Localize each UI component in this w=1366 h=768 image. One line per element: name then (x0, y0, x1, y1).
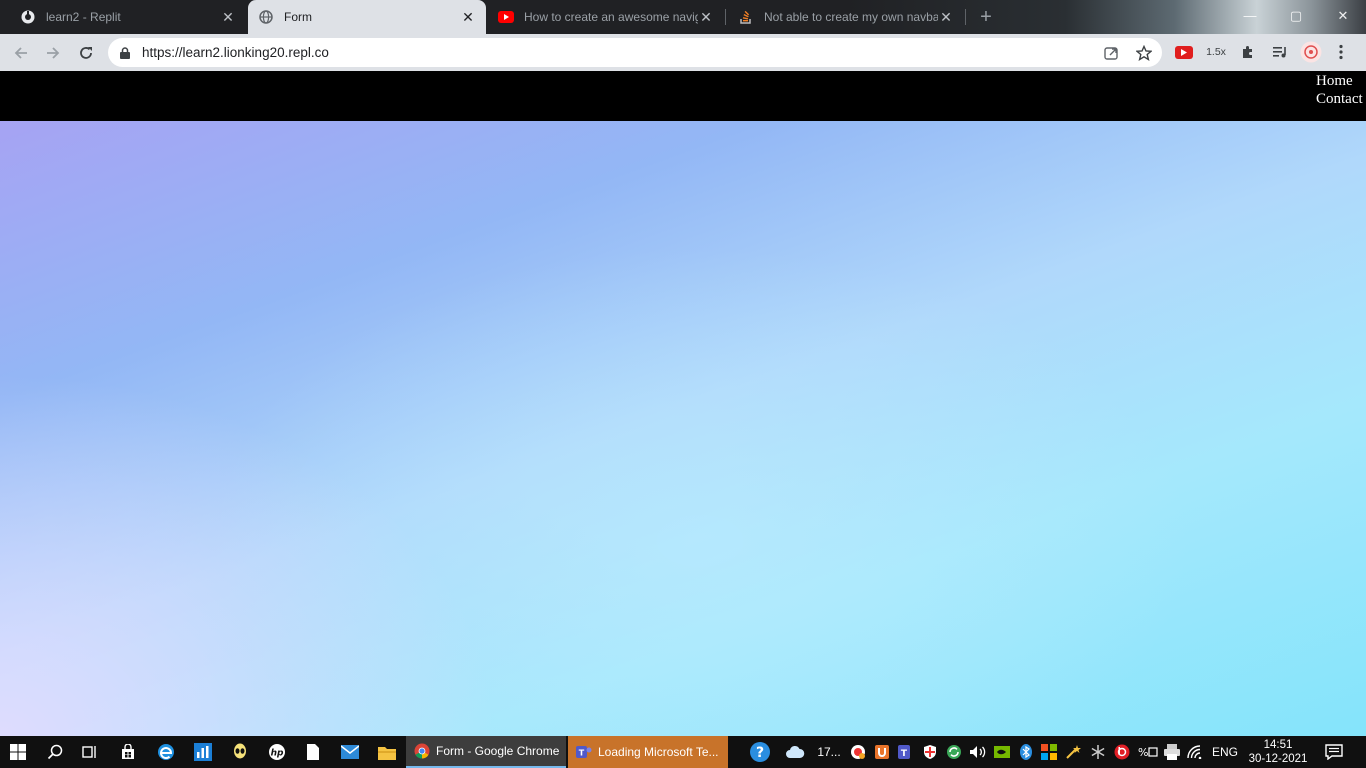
clock-time: 14:51 (1263, 739, 1293, 751)
ime-icon[interactable]: % (1137, 736, 1159, 768)
tab-title: Not able to create my own navba (764, 10, 938, 24)
tab-replit[interactable]: learn2 - Replit ✕ (10, 0, 246, 34)
tab-youtube[interactable]: How to create an awesome navig ✕ (488, 0, 724, 34)
tab-stackoverflow[interactable]: Not able to create my own navba ✕ (728, 0, 964, 34)
replit-icon (20, 9, 36, 25)
svg-text:%: % (1138, 746, 1148, 759)
lock-icon (120, 46, 130, 64)
tab-title: learn2 - Replit (46, 10, 121, 24)
snowflake-icon[interactable] (1089, 736, 1107, 768)
more-menu-icon[interactable] (1333, 42, 1349, 62)
taskbar-app-label: Loading Microsoft Te... (598, 745, 719, 759)
clock[interactable]: 14:51 30-12-2021 (1244, 736, 1312, 768)
stackoverflow-icon (738, 9, 754, 25)
minimize-icon[interactable]: — (1240, 6, 1260, 26)
browser-tab-strip: learn2 - Replit ✕ Form ✕ How to create a… (0, 0, 1366, 34)
wand-icon[interactable] (1064, 736, 1082, 768)
taskbar-app-teams[interactable]: T Loading Microsoft Te... (568, 736, 728, 768)
profile-avatar[interactable] (1300, 41, 1322, 63)
notification-icon[interactable] (1320, 736, 1348, 768)
weather-cloud-icon[interactable] (784, 736, 806, 768)
taskbar-app-label: Form - Google Chrome (436, 744, 560, 758)
nav-link-contact[interactable]: Contact (1316, 90, 1363, 108)
nav-list: Home Contact (1316, 72, 1363, 108)
close-icon[interactable]: ✕ (460, 9, 476, 25)
reload-icon (80, 47, 92, 59)
globe-icon (258, 9, 274, 25)
browser-toolbar: https://learn2.lionking20.repl.co 1.5x (0, 34, 1366, 71)
teams-tray-icon[interactable]: T (897, 736, 915, 768)
close-icon[interactable]: ✕ (938, 9, 954, 25)
url-text: https://learn2.lionking20.repl.co (142, 45, 329, 60)
task-view-icon[interactable] (75, 736, 105, 768)
bluetooth-icon[interactable] (1017, 736, 1035, 768)
youtube-ext-icon[interactable] (1175, 42, 1193, 62)
youtube-icon (498, 9, 514, 25)
security-icon[interactable] (921, 736, 939, 768)
background-glow (0, 371, 500, 736)
mail-icon[interactable] (335, 736, 365, 768)
forward-button[interactable] (41, 41, 65, 65)
folder-icon[interactable] (372, 736, 402, 768)
language-indicator[interactable]: ENG (1209, 736, 1241, 768)
search-icon[interactable] (40, 736, 70, 768)
new-tab-button[interactable]: + (976, 7, 996, 27)
playback-speed-button[interactable]: 1.5x (1203, 42, 1229, 62)
address-bar[interactable]: https://learn2.lionking20.repl.co (108, 38, 1162, 67)
puzzle-icon[interactable] (1238, 42, 1258, 62)
svg-text:?: ? (756, 745, 764, 761)
arrow-left-icon (14, 47, 27, 59)
close-icon[interactable]: ✕ (698, 9, 714, 25)
gradient-background (0, 121, 1366, 736)
nvidia-icon[interactable] (993, 736, 1011, 768)
chart-app-icon[interactable] (188, 736, 218, 768)
nav-link-home[interactable]: Home (1316, 72, 1363, 90)
tab-title: Form (284, 10, 312, 24)
shield-icon[interactable] (873, 736, 891, 768)
hp-icon[interactable]: hp (262, 736, 292, 768)
svg-text:T: T (901, 749, 908, 759)
beats-icon[interactable] (1113, 736, 1131, 768)
taskbar-app-chrome[interactable]: Form - Google Chrome (406, 736, 566, 768)
svg-text:T: T (579, 749, 585, 758)
share-icon[interactable] (1102, 44, 1120, 62)
wifi-icon[interactable] (1186, 736, 1206, 768)
clock-date: 30-12-2021 (1248, 753, 1308, 765)
web-page: Home Contact (0, 71, 1366, 736)
store-icon[interactable] (113, 736, 143, 768)
tray-app-icon[interactable] (849, 736, 867, 768)
windows-taskbar: hp Form - Google Chrome T Loading Micros… (0, 736, 1366, 768)
window-close-icon[interactable]: ✕ (1333, 6, 1353, 26)
start-button[interactable] (0, 736, 36, 768)
chrome-icon (414, 743, 430, 759)
windows-icon (10, 744, 26, 760)
maximize-icon[interactable]: ▢ (1286, 6, 1306, 26)
printer-icon[interactable] (1162, 736, 1182, 768)
tab-title: How to create an awesome navig (524, 10, 698, 24)
back-button[interactable] (9, 41, 33, 65)
edge-icon[interactable] (151, 736, 181, 768)
media-queue-icon[interactable] (1270, 42, 1290, 62)
reload-button[interactable] (74, 41, 98, 65)
arrow-right-icon (47, 47, 60, 59)
site-navbar: Home Contact (0, 71, 1366, 121)
weather-temp[interactable]: 17... (814, 736, 844, 768)
office-tray-icon[interactable] (1040, 736, 1058, 768)
teams-icon: T (576, 744, 592, 760)
sync-icon[interactable] (945, 736, 963, 768)
tab-separator (725, 9, 726, 25)
alien-app-icon[interactable] (225, 736, 255, 768)
star-icon[interactable] (1135, 44, 1153, 62)
tab-separator (965, 9, 966, 25)
tab-form[interactable]: Form ✕ (248, 0, 486, 34)
speaker-icon[interactable] (968, 736, 988, 768)
help-icon[interactable]: ? (748, 736, 772, 768)
svg-text:hp: hp (271, 749, 284, 759)
close-icon[interactable]: ✕ (220, 9, 236, 25)
file-icon[interactable] (298, 736, 328, 768)
